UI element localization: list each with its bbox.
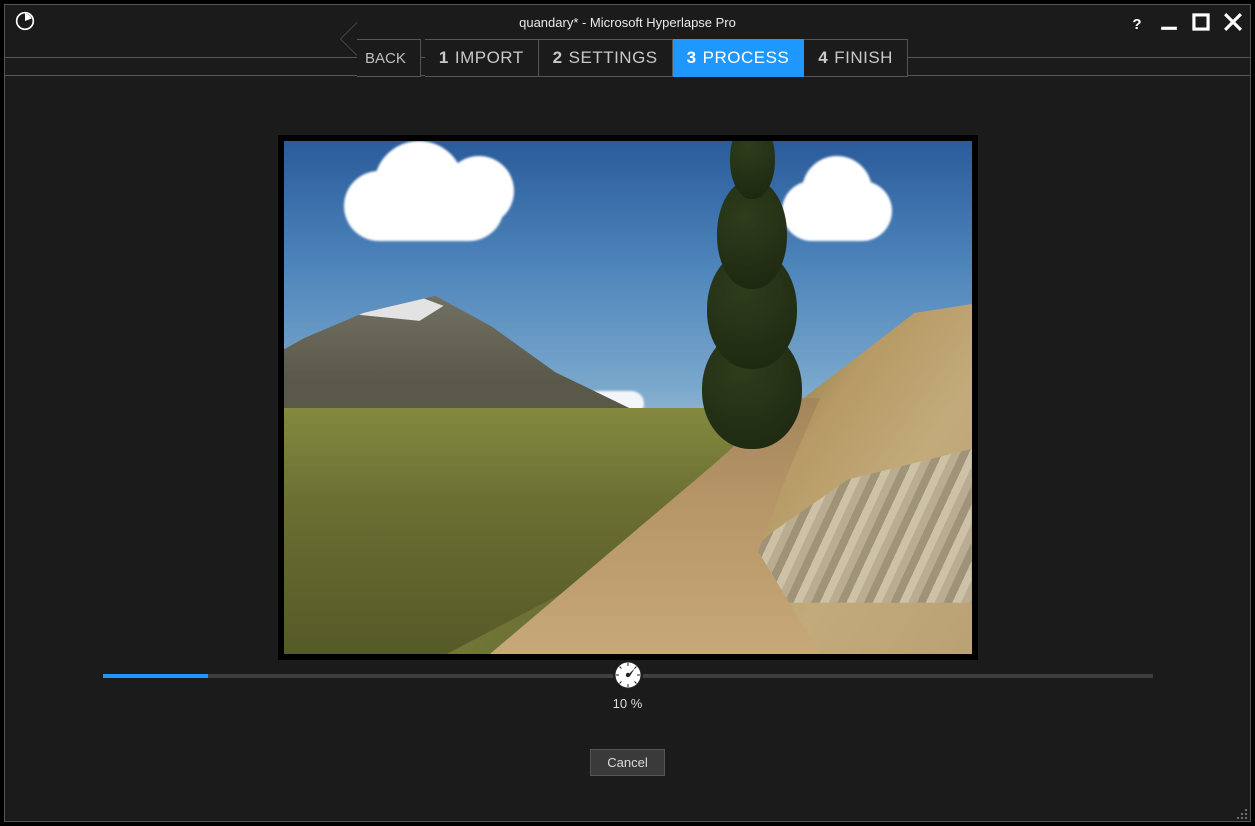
video-preview [278,135,978,660]
app-icon [15,11,35,31]
minimize-button[interactable] [1158,11,1180,38]
help-button[interactable]: ? [1126,16,1148,33]
maximize-button[interactable] [1190,11,1212,38]
gauge-icon [613,660,643,690]
step-label: PROCESS [703,48,790,68]
app-window: quandary* - Microsoft Hyperlapse Pro ? B… [4,4,1251,822]
step-label: SETTINGS [569,48,658,68]
step-number: 3 [687,48,697,68]
step-label: IMPORT [455,48,524,68]
content-area: 10 % Cancel [5,75,1250,821]
step-number: 1 [439,48,449,68]
window-title: quandary* - Microsoft Hyperlapse Pro [519,15,736,30]
progress-bar: 10 % [103,674,1153,711]
step-process[interactable]: 3 PROCESS [673,39,805,77]
cancel-button[interactable]: Cancel [590,749,664,776]
close-button[interactable] [1222,11,1244,38]
progress-fill [103,674,208,678]
step-settings[interactable]: 2 SETTINGS [539,39,673,77]
back-button[interactable]: BACK [357,39,421,77]
step-finish[interactable]: 4 FINISH [804,39,908,77]
step-number: 2 [553,48,563,68]
title-bar: quandary* - Microsoft Hyperlapse Pro ? [5,5,1250,39]
step-label: FINISH [834,48,893,68]
step-number: 4 [818,48,828,68]
progress-percent-label: 10 % [613,696,643,711]
cancel-label: Cancel [607,755,647,770]
step-bar: BACK 1 IMPORT 2 SETTINGS 3 PROCESS 4 FIN… [5,39,1250,76]
resize-grip[interactable] [1236,807,1248,819]
step-import[interactable]: 1 IMPORT [425,39,539,77]
back-label: BACK [365,50,406,67]
